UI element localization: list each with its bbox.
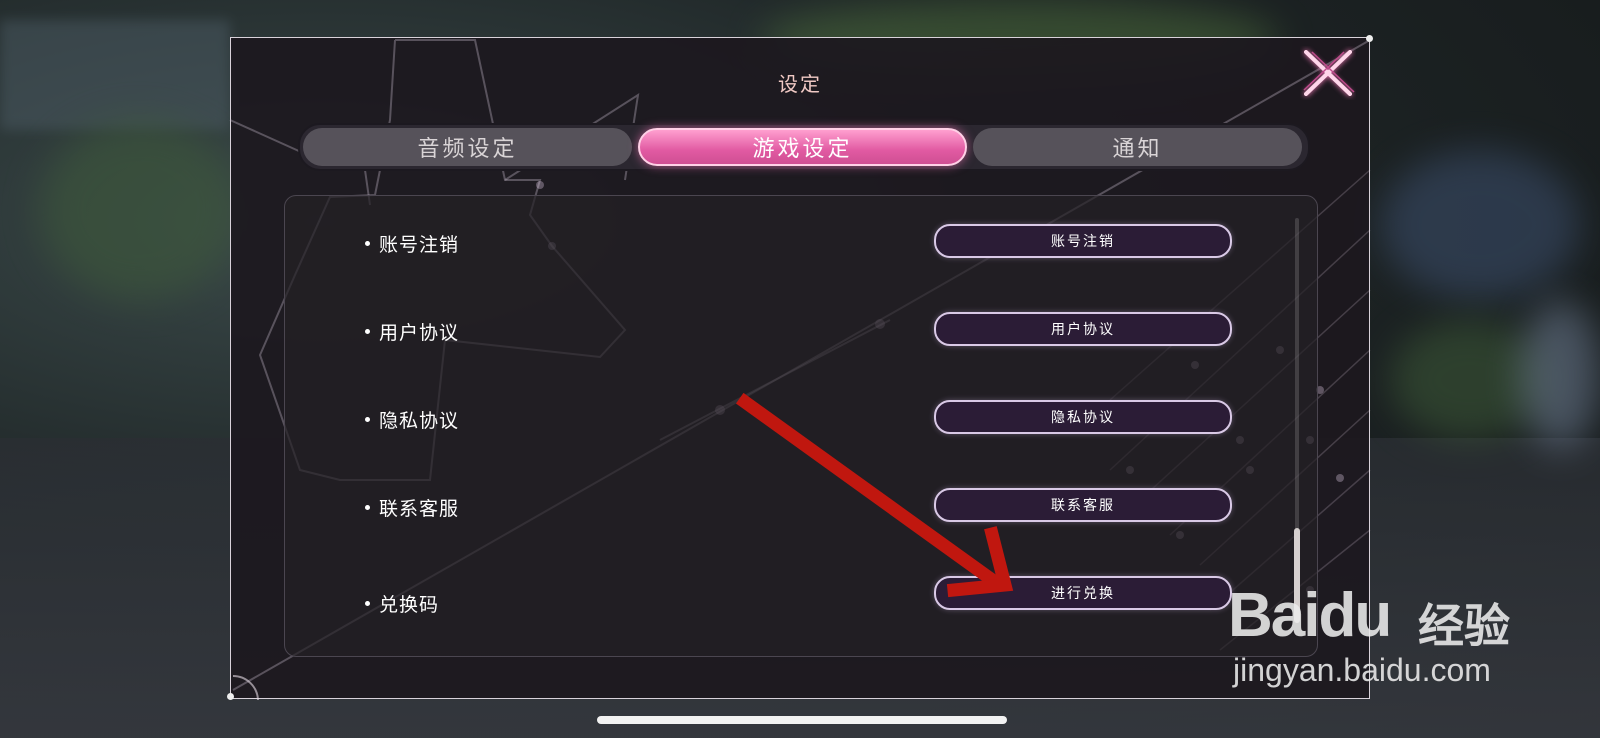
background-foliage [1380,150,1580,300]
bullet-icon [365,241,370,246]
setting-label-account-deletion: 账号注销 [379,234,460,256]
dialog-title: 设定 [778,72,822,96]
setting-row-label: 用户协议 [365,318,459,345]
baidu-logo: Baidu [1228,581,1392,650]
bullet-icon [365,505,370,510]
setting-label-contact-support: 联系客服 [379,498,460,520]
user-agreement-button[interactable]: 用户协议 [934,312,1232,346]
privacy-policy-button[interactable]: 隐私协议 [934,400,1232,434]
corner-dot [1366,35,1373,42]
tab-audio-settings[interactable]: 音频设定 [303,128,632,166]
close-button[interactable] [1300,46,1356,100]
close-icon [1303,50,1355,96]
watermark-url: jingyan.baidu.com [1233,652,1491,688]
account-deletion-button[interactable]: 账号注销 [934,224,1232,258]
setting-label-user-agreement: 用户协议 [379,322,460,344]
bullet-icon [365,601,370,606]
tab-game-settings[interactable]: 游戏设定 [638,128,967,166]
tab-bar: 音频设定 游戏设定 通知 [298,123,1310,171]
setting-row-label: 联系客服 [365,494,459,521]
setting-label-redeem-code: 兑换码 [379,594,440,616]
contact-support-button[interactable]: 联系客服 [934,488,1232,522]
background-foliage [40,120,240,300]
setting-row-label: 账号注销 [365,230,459,257]
tab-notifications[interactable]: 通知 [973,128,1302,166]
bullet-icon [365,329,370,334]
background-foliage [1520,300,1600,450]
watermark-cn-text: 经验 [1418,599,1510,653]
setting-label-privacy-policy: 隐私协议 [379,410,460,432]
home-indicator[interactable] [597,716,1007,724]
bullet-icon [365,417,370,422]
setting-row-label: 兑换码 [365,590,439,617]
setting-row-label: 隐私协议 [365,406,459,433]
corner-dot [227,693,234,700]
redeem-button[interactable]: 进行兑换 [934,576,1232,610]
